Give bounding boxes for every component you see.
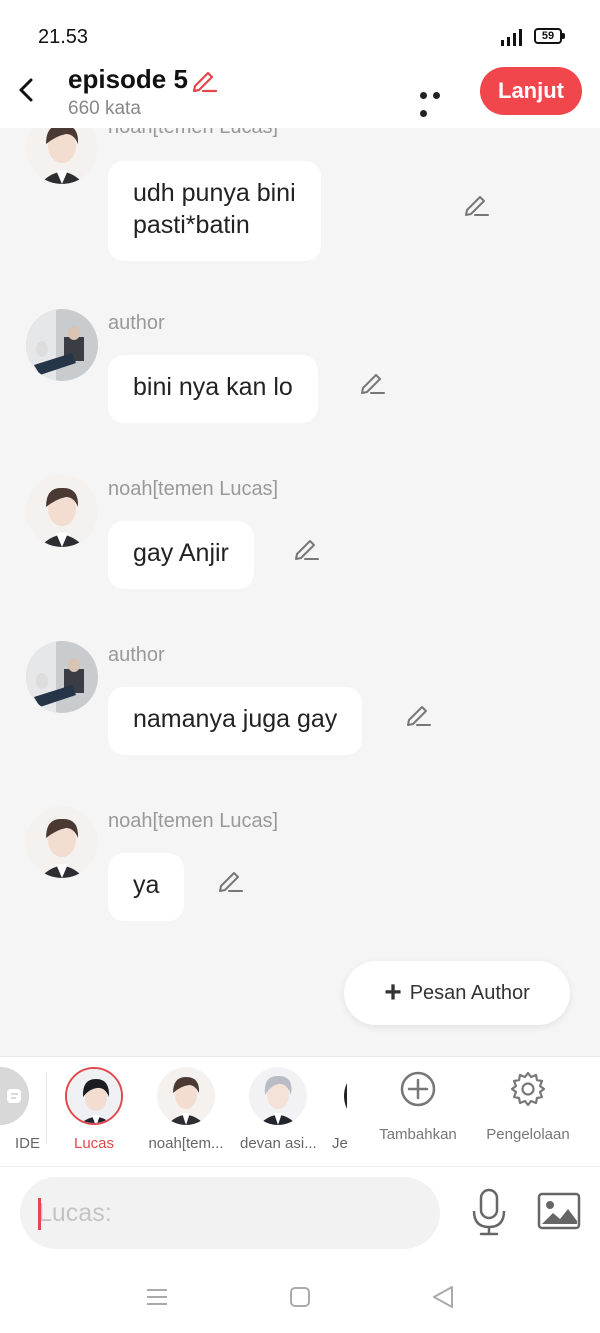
back-triangle-icon[interactable] (428, 1282, 458, 1312)
avatar-noah (157, 1067, 215, 1125)
message-text: bini nya kan lo (133, 373, 293, 401)
signal-icon (501, 29, 522, 46)
message-text-line: udh punya bini (133, 179, 296, 207)
message-bubble[interactable]: udh punya bini pasti*batin (108, 161, 321, 261)
sender-name: author (108, 644, 165, 666)
character-selector-bar: IDE Lucas noah[tem... devan asi... Je Ta… (0, 1056, 600, 1166)
edit-message-pencil-icon[interactable] (216, 866, 244, 894)
character-label: Je (332, 1135, 348, 1152)
more-options-icon[interactable] (420, 86, 456, 117)
character-label: Lucas (73, 1135, 115, 1152)
status-time: 21.53 (38, 26, 89, 48)
character-label: devan asi... (240, 1135, 317, 1152)
sender-name: noah[temen Lucas] (108, 810, 279, 832)
home-icon[interactable] (285, 1282, 315, 1312)
avatar-devan (249, 1067, 307, 1125)
message-bubble[interactable]: namanya juga gay (108, 687, 363, 755)
status-bar: 21.53 59 (0, 0, 600, 62)
message-text-line: pasti*batin (133, 211, 250, 239)
character-chip-noah[interactable]: noah[tem... (146, 1067, 226, 1152)
edit-title-pencil-icon[interactable] (190, 66, 218, 94)
message-input-bar (0, 1166, 600, 1260)
add-circle-icon (400, 1071, 436, 1107)
edit-message-pencil-icon[interactable] (292, 534, 320, 562)
message-input[interactable] (20, 1177, 440, 1249)
next-button[interactable]: Lanjut (480, 67, 582, 115)
author-message-button[interactable]: + Pesan Author (344, 961, 570, 1025)
edit-message-pencil-icon[interactable] (404, 700, 432, 728)
edit-message-pencil-icon[interactable] (358, 368, 386, 396)
add-character-button[interactable]: Tambahkan (372, 1069, 464, 1143)
image-icon[interactable] (536, 1191, 582, 1231)
episode-title: episode 5 (68, 64, 188, 94)
author-message-label: Pesan Author (409, 981, 530, 1004)
manage-label: Pengelolaan (486, 1126, 570, 1143)
sender-name: author (108, 312, 165, 334)
avatar-je (344, 1067, 354, 1125)
chat-area[interactable]: noah[temen Lucas] udh punya bini pasti*b… (0, 128, 600, 1056)
character-chip-lucas[interactable]: Lucas (63, 1067, 125, 1152)
avatar-author[interactable] (26, 641, 98, 713)
sender-name: noah[temen Lucas] (108, 478, 279, 500)
character-chip-je[interactable]: Je (332, 1067, 354, 1152)
word-count: 660 kata (68, 98, 141, 119)
character-label: noah[tem... (148, 1135, 224, 1152)
add-label: Tambahkan (379, 1126, 457, 1143)
avatar-lucas (65, 1067, 123, 1125)
message-bubble[interactable]: gay Anjir (108, 521, 254, 589)
battery-icon: 59 (534, 28, 565, 44)
edit-message-pencil-icon[interactable] (462, 190, 490, 218)
system-navigation-bar (0, 1260, 600, 1333)
avatar-noah[interactable] (26, 128, 98, 184)
message-text: namanya juga gay (133, 705, 338, 733)
character-chip-devan[interactable]: devan asi... (240, 1067, 317, 1152)
text-cursor (38, 1198, 41, 1230)
character-label: IDE (14, 1135, 40, 1152)
message-text: ya (133, 871, 160, 899)
avatar-author[interactable] (26, 309, 98, 381)
message-text: gay Anjir (133, 539, 229, 567)
narration-icon (0, 1067, 29, 1125)
menu-icon[interactable] (142, 1282, 172, 1312)
manage-characters-button[interactable]: Pengelolaan (480, 1069, 576, 1143)
gear-icon (510, 1071, 546, 1107)
plus-icon: + (384, 976, 402, 1009)
character-chip-ide[interactable]: IDE (0, 1067, 40, 1152)
episode-header: episode 5 660 kata Lanjut (0, 62, 600, 128)
message-bubble[interactable]: bini nya kan lo (108, 355, 318, 423)
sender-name: noah[temen Lucas] (108, 128, 278, 139)
avatar-noah[interactable] (26, 806, 98, 878)
avatar-noah[interactable] (26, 475, 98, 547)
divider (46, 1073, 47, 1143)
microphone-icon[interactable] (468, 1187, 510, 1237)
back-arrow-icon[interactable] (12, 72, 42, 108)
message-bubble[interactable]: ya (108, 853, 185, 921)
